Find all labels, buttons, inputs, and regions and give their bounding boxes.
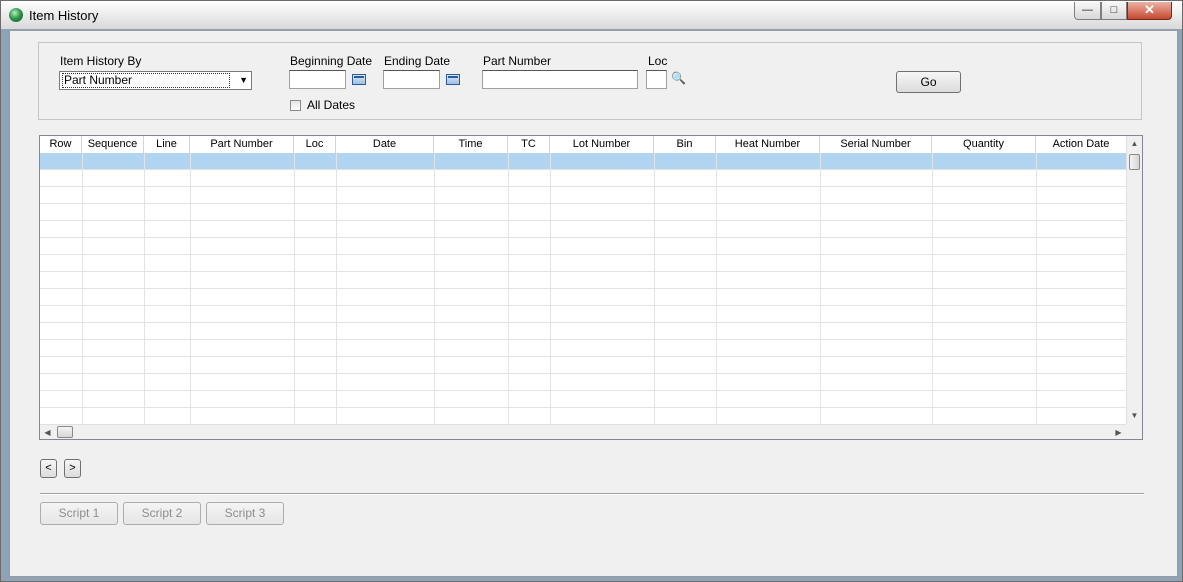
go-button[interactable]: Go bbox=[896, 71, 961, 93]
column-header-row[interactable]: Row bbox=[40, 136, 82, 153]
table-row[interactable] bbox=[40, 391, 1126, 408]
table-row[interactable] bbox=[40, 374, 1126, 391]
column-divider bbox=[82, 153, 83, 424]
table-row[interactable] bbox=[40, 340, 1126, 357]
magnifier-icon[interactable]: 🔍 bbox=[671, 71, 686, 85]
script-1-button[interactable]: Script 1 bbox=[40, 502, 118, 525]
column-divider bbox=[294, 153, 295, 424]
column-header-date[interactable]: Date bbox=[336, 136, 434, 153]
grid-body bbox=[40, 153, 1126, 425]
table-row[interactable] bbox=[40, 153, 1126, 170]
column-divider bbox=[932, 153, 933, 424]
separator bbox=[40, 493, 1144, 495]
ending-date-input[interactable] bbox=[383, 70, 440, 89]
column-header-line[interactable]: Line bbox=[144, 136, 190, 153]
item-history-window: Item History — □ ✕ Item History By Part … bbox=[0, 0, 1183, 582]
scrollbar-corner bbox=[1126, 424, 1142, 439]
calendar-icon[interactable] bbox=[352, 74, 366, 85]
table-row[interactable] bbox=[40, 357, 1126, 374]
column-header-serial-number[interactable]: Serial Number bbox=[820, 136, 932, 153]
column-divider bbox=[508, 153, 509, 424]
all-dates-checkbox[interactable] bbox=[290, 100, 301, 111]
table-row[interactable] bbox=[40, 204, 1126, 221]
column-divider bbox=[336, 153, 337, 424]
beginning-date-label: Beginning Date bbox=[290, 54, 373, 68]
table-row[interactable] bbox=[40, 272, 1126, 289]
vertical-scrollbar[interactable]: ▲ ▼ bbox=[1126, 136, 1142, 424]
window-title: Item History bbox=[29, 8, 99, 23]
all-dates-label[interactable]: All Dates bbox=[307, 98, 355, 112]
column-header-loc[interactable]: Loc bbox=[294, 136, 336, 153]
column-header-tc[interactable]: TC bbox=[508, 136, 550, 153]
table-row[interactable] bbox=[40, 408, 1126, 425]
column-divider bbox=[716, 153, 717, 424]
table-row[interactable] bbox=[40, 238, 1126, 255]
script-3-button[interactable]: Script 3 bbox=[206, 502, 284, 525]
app-globe-icon bbox=[9, 8, 23, 22]
column-divider bbox=[1036, 153, 1037, 424]
column-header-heat-number[interactable]: Heat Number bbox=[716, 136, 820, 153]
maximize-icon: □ bbox=[1110, 4, 1118, 16]
scroll-down-icon[interactable]: ▼ bbox=[1127, 408, 1142, 424]
maximize-button[interactable]: □ bbox=[1101, 2, 1127, 20]
column-divider bbox=[144, 153, 145, 424]
history-by-label: Item History By bbox=[60, 54, 142, 68]
chevron-down-icon[interactable]: ▼ bbox=[239, 75, 248, 85]
vertical-scroll-thumb[interactable] bbox=[1129, 154, 1140, 170]
table-row[interactable] bbox=[40, 306, 1126, 323]
column-divider bbox=[434, 153, 435, 424]
column-divider bbox=[820, 153, 821, 424]
beginning-date-input[interactable] bbox=[289, 70, 346, 89]
client-area: Item History By Part Number ▼ Beginning … bbox=[9, 30, 1178, 577]
grid-header: Row Sequence Line Part Number Loc Date T… bbox=[40, 136, 1126, 154]
horizontal-scroll-thumb[interactable] bbox=[57, 426, 73, 438]
scroll-right-icon[interactable]: ▶ bbox=[1111, 425, 1126, 439]
column-header-time[interactable]: Time bbox=[434, 136, 508, 153]
minimize-button[interactable]: — bbox=[1074, 2, 1101, 20]
history-grid[interactable]: Row Sequence Line Part Number Loc Date T… bbox=[39, 135, 1143, 440]
title-bar[interactable]: Item History — □ ✕ bbox=[1, 1, 1182, 29]
table-row[interactable] bbox=[40, 170, 1126, 187]
table-row[interactable] bbox=[40, 289, 1126, 306]
table-row[interactable] bbox=[40, 187, 1126, 204]
previous-button[interactable]: < bbox=[40, 459, 57, 478]
history-by-value: Part Number bbox=[62, 73, 230, 88]
loc-label: Loc bbox=[648, 54, 668, 68]
part-number-label: Part Number bbox=[483, 54, 552, 68]
column-header-part-number[interactable]: Part Number bbox=[190, 136, 294, 153]
scroll-left-icon[interactable]: ◀ bbox=[40, 425, 55, 439]
column-header-bin[interactable]: Bin bbox=[654, 136, 716, 153]
column-header-sequence[interactable]: Sequence bbox=[82, 136, 144, 153]
script-2-button[interactable]: Script 2 bbox=[123, 502, 201, 525]
next-button[interactable]: > bbox=[64, 459, 81, 478]
close-icon: ✕ bbox=[1144, 2, 1155, 17]
ending-date-label: Ending Date bbox=[384, 54, 451, 68]
table-row[interactable] bbox=[40, 255, 1126, 272]
column-divider bbox=[190, 153, 191, 424]
column-header-quantity[interactable]: Quantity bbox=[932, 136, 1036, 153]
table-row[interactable] bbox=[40, 221, 1126, 238]
column-divider bbox=[550, 153, 551, 424]
minimize-icon: — bbox=[1082, 4, 1093, 16]
table-row[interactable] bbox=[40, 323, 1126, 340]
column-divider bbox=[654, 153, 655, 424]
loc-input[interactable] bbox=[646, 70, 667, 89]
horizontal-scrollbar[interactable]: ◀ ▶ bbox=[40, 424, 1126, 439]
close-button[interactable]: ✕ bbox=[1127, 2, 1172, 20]
column-header-lot-number[interactable]: Lot Number bbox=[550, 136, 654, 153]
calendar-icon[interactable] bbox=[446, 74, 460, 85]
column-header-action-date[interactable]: Action Date bbox=[1036, 136, 1126, 153]
scroll-up-icon[interactable]: ▲ bbox=[1127, 136, 1142, 152]
history-by-select[interactable]: Part Number ▼ bbox=[59, 71, 252, 90]
part-number-input[interactable] bbox=[482, 70, 638, 89]
filter-panel: Item History By Part Number ▼ Beginning … bbox=[38, 42, 1142, 120]
